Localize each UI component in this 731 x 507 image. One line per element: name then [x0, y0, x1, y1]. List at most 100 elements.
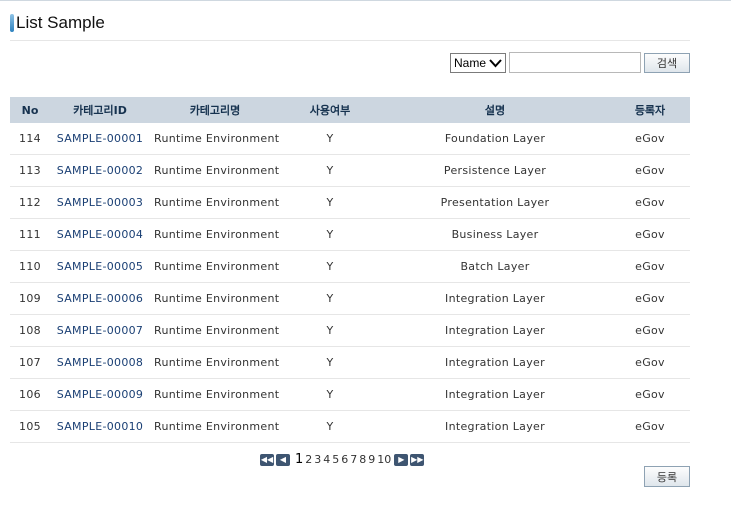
table-row[interactable]: 105 SAMPLE-00010 Runtime Environment Y Integ…	[10, 410, 690, 443]
row-registrant: eGov	[610, 186, 690, 219]
header-category-name: 카테고리명	[189, 104, 241, 117]
top-border	[0, 0, 731, 1]
row-no: 108	[10, 314, 50, 347]
row-use-yn: Y	[280, 154, 380, 187]
header-use-yn: 사용여부	[309, 104, 351, 117]
row-category-id[interactable]: SAMPLE-00009	[50, 378, 150, 411]
page-link[interactable]: 7	[350, 453, 357, 466]
double-chevron-right-icon[interactable]: ▶▶	[410, 453, 425, 466]
row-category-name: Runtime Environment	[150, 250, 280, 283]
row-category-name: Runtime Environment	[150, 218, 280, 251]
row-registrant: eGov	[610, 314, 690, 347]
table-row[interactable]: 109 SAMPLE-00006 Runtime Environment Y Integ…	[10, 282, 690, 315]
row-category-name: Runtime Environment	[150, 282, 280, 315]
header-description: 설명	[484, 104, 506, 117]
page-title: List Sample	[16, 13, 105, 32]
page-link[interactable]: 10	[377, 453, 391, 466]
row-registrant: eGov	[610, 410, 690, 443]
row-use-yn: Y	[280, 218, 380, 251]
row-use-yn: Y	[280, 378, 380, 411]
row-category-name: Runtime Environment	[150, 123, 280, 155]
row-no: 111	[10, 218, 50, 251]
row-registrant: eGov	[610, 123, 690, 155]
table-row[interactable]: 114 SAMPLE-00001 Runtime Environment Y Found…	[10, 123, 690, 155]
table-header-row: No 카테고리ID 카테고리명 사용여부 설명 등록자	[10, 97, 690, 123]
row-description: Integration Layer	[380, 314, 610, 347]
row-registrant: eGov	[610, 250, 690, 283]
row-description: Integration Layer	[380, 410, 610, 443]
header-divider	[10, 40, 690, 41]
search-button[interactable]: 검색	[644, 52, 690, 73]
page-link[interactable]: 2	[305, 453, 312, 466]
row-description: Presentation Layer	[380, 186, 610, 219]
category-table: No 카테고리ID 카테고리명 사용여부 설명 등록자 114 SAMPLE-00…	[10, 97, 690, 443]
page-link[interactable]: 5	[332, 453, 339, 466]
row-no: 109	[10, 282, 50, 315]
row-category-name: Runtime Environment	[150, 186, 280, 219]
row-use-yn: Y	[280, 410, 380, 443]
row-no: 106	[10, 378, 50, 411]
row-no: 107	[10, 346, 50, 379]
row-registrant: eGov	[610, 378, 690, 411]
header-registrant: 등록자	[634, 104, 666, 117]
row-category-id[interactable]: SAMPLE-00003	[50, 186, 150, 219]
row-category-name: Runtime Environment	[150, 314, 280, 347]
page-link[interactable]: 3	[314, 453, 321, 466]
page-link[interactable]: 9	[368, 453, 375, 466]
row-use-yn: Y	[280, 346, 380, 379]
search-type-select[interactable]: Name	[450, 52, 506, 73]
row-category-id[interactable]: SAMPLE-00010	[50, 410, 150, 443]
row-use-yn: Y	[280, 314, 380, 347]
row-no: 105	[10, 410, 50, 443]
header-category-id: 카테고리ID	[73, 104, 127, 117]
row-no: 112	[10, 186, 50, 219]
row-category-id[interactable]: SAMPLE-00007	[50, 314, 150, 347]
row-category-name: Runtime Environment	[150, 410, 280, 443]
row-category-id[interactable]: SAMPLE-00006	[50, 282, 150, 315]
table-row[interactable]: 110 SAMPLE-00005 Runtime Environment Y Batch…	[10, 250, 690, 283]
row-no: 113	[10, 154, 50, 187]
row-category-name: Runtime Environment	[150, 154, 280, 187]
page-link[interactable]: 1	[295, 452, 303, 467]
row-registrant: eGov	[610, 154, 690, 187]
page-link[interactable]: 4	[323, 453, 330, 466]
double-chevron-left-icon[interactable]: ◀◀	[260, 453, 274, 466]
table-row[interactable]: 111 SAMPLE-00004 Runtime Environment Y Busin…	[10, 218, 690, 251]
row-registrant: eGov	[610, 282, 690, 315]
chevron-right-icon[interactable]: ▶	[394, 453, 409, 466]
page-numbers: 1 2 3 4 5 6 7 8 9 10	[294, 452, 392, 467]
row-category-id[interactable]: SAMPLE-00005	[50, 250, 150, 283]
row-description: Integration Layer	[380, 378, 610, 411]
row-category-name: Runtime Environment	[150, 346, 280, 379]
table-row[interactable]: 106 SAMPLE-00009 Runtime Environment Y Integ…	[10, 378, 690, 411]
row-registrant: eGov	[610, 218, 690, 251]
chevron-down-icon	[489, 58, 502, 71]
table-row[interactable]: 113 SAMPLE-00002 Runtime Environment Y Persi…	[10, 154, 690, 187]
row-category-id[interactable]: SAMPLE-00008	[50, 346, 150, 379]
row-use-yn: Y	[280, 282, 380, 315]
row-category-id[interactable]: SAMPLE-00002	[50, 154, 150, 187]
row-category-name: Runtime Environment	[150, 378, 280, 411]
table-row[interactable]: 112 SAMPLE-00003 Runtime Environment Y Prese…	[10, 186, 690, 219]
row-no: 114	[10, 123, 50, 155]
chevron-left-icon[interactable]: ◀	[276, 453, 290, 466]
table-row[interactable]: 107 SAMPLE-00008 Runtime Environment Y Integ…	[10, 346, 690, 379]
row-category-id[interactable]: SAMPLE-00004	[50, 218, 150, 251]
row-description: Integration Layer	[380, 346, 610, 379]
page-link[interactable]: 6	[341, 453, 348, 466]
page-link[interactable]: 8	[359, 453, 366, 466]
header-no: No	[21, 103, 39, 117]
title-marker-icon	[10, 14, 14, 32]
row-description: Persistence Layer	[380, 154, 610, 187]
row-category-id[interactable]: SAMPLE-00001	[50, 123, 150, 155]
pagination: ◀◀ ◀ 1 2 3 4 5 6 7 8 9 10 ▶ ▶▶	[260, 452, 426, 467]
search-bar: Name 검색	[450, 52, 690, 73]
row-description: Business Layer	[380, 218, 610, 251]
register-button[interactable]: 등록	[644, 466, 690, 487]
row-description: Integration Layer	[380, 282, 610, 315]
table-row[interactable]: 108 SAMPLE-00007 Runtime Environment Y Integ…	[10, 314, 690, 347]
row-description: Foundation Layer	[380, 123, 610, 155]
search-type-value: Name	[454, 55, 487, 70]
row-description: Batch Layer	[380, 250, 610, 283]
search-input[interactable]	[509, 52, 641, 73]
